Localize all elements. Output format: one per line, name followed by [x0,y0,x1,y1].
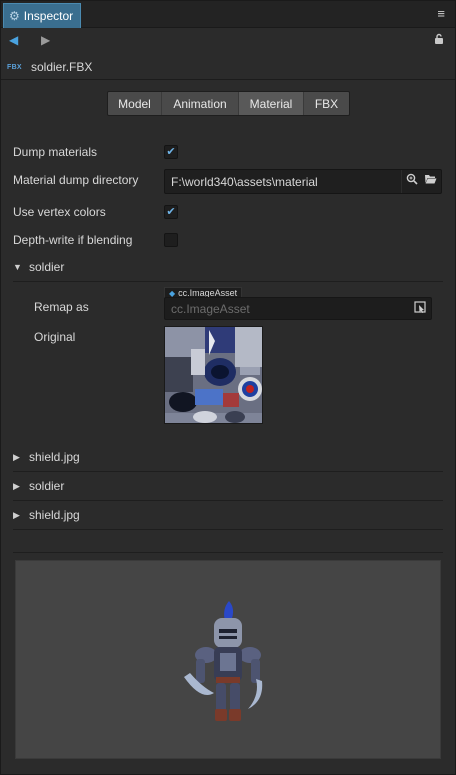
tab-material[interactable]: Material [239,92,304,115]
caret-right-icon: ▶ [13,481,20,491]
folder-open-icon-svg [425,175,437,184]
material-section-title: soldier [29,260,65,274]
tab-model[interactable]: Model [108,92,162,115]
material-dump-directory-field[interactable]: F:\world340\assets\material [164,169,442,194]
section-title: shield.jpg [29,450,80,464]
field-divider [401,170,402,193]
section-divider [13,552,443,553]
remap-asset-field[interactable]: cc.ImageAsset [164,297,432,320]
section-title: soldier [29,479,65,493]
lock-icon[interactable] [433,33,445,48]
material-section-soldier-2[interactable]: ▶ soldier [13,473,443,501]
tab-inspector-label: Inspector [23,9,74,23]
arrow-left-icon[interactable]: ◀ [9,33,18,47]
material-section-shield-2[interactable]: ▶ shield.jpg [13,502,443,530]
material-dump-directory-label: Material dump directory [13,173,139,187]
soldier-model-render [184,601,263,721]
folder-open-icon[interactable] [424,173,437,188]
dump-materials-label: Dump materials [13,145,98,159]
checkmark-icon: ✔ [166,205,176,218]
original-texture-thumbnail [164,326,263,424]
remap-as-label: Remap as [34,300,89,314]
original-label: Original [34,330,76,344]
navigation-bar: ◀ ▶ [1,29,455,55]
gear-icon: ⚙ [9,9,20,23]
model-preview[interactable] [15,560,441,759]
tab-animation[interactable]: Animation [162,92,239,115]
caret-down-icon: ▼ [13,262,22,272]
inspector-panel: ⚙ Inspector ≡ ◀ ▶ FBX soldier.FBX Model … [0,0,456,775]
search-icon-svg [406,173,418,185]
checkmark-icon: ✔ [166,145,176,158]
caret-right-icon: ▶ [13,510,20,520]
asset-picker-icon[interactable] [414,301,426,316]
use-vertex-colors-checkbox[interactable]: ✔ [164,205,178,219]
tab-fbx[interactable]: FBX [304,92,349,115]
depth-write-if-blending-label: Depth-write if blending [13,233,133,247]
material-dump-directory-value: F:\world340\assets\material [171,175,318,189]
material-section-shield-1[interactable]: ▶ shield.jpg [13,444,443,472]
lock-icon-svg [435,33,443,44]
asset-header: FBX soldier.FBX [1,56,455,80]
remap-asset-placeholder: cc.ImageAsset [171,302,250,316]
depth-write-if-blending-checkbox[interactable] [164,233,178,247]
tab-inspector[interactable]: ⚙ Inspector [3,3,81,28]
use-vertex-colors-label: Use vertex colors [13,205,106,219]
arrow-right-icon[interactable]: ▶ [41,33,50,47]
material-section-header[interactable]: ▼ soldier [13,254,443,282]
asset-picker-icon-svg [414,301,426,313]
fbx-file-icon: FBX [7,64,22,71]
panel-titlebar: ⚙ Inspector ≡ [1,1,455,28]
importer-tabs: Model Animation Material FBX [107,91,350,116]
asset-name: soldier.FBX [31,60,93,74]
search-icon[interactable] [406,173,418,188]
dump-materials-checkbox[interactable]: ✔ [164,145,178,159]
texture-image [165,327,262,423]
hamburger-menu-icon[interactable]: ≡ [437,6,445,21]
caret-right-icon: ▶ [13,452,20,462]
section-title: shield.jpg [29,508,80,522]
